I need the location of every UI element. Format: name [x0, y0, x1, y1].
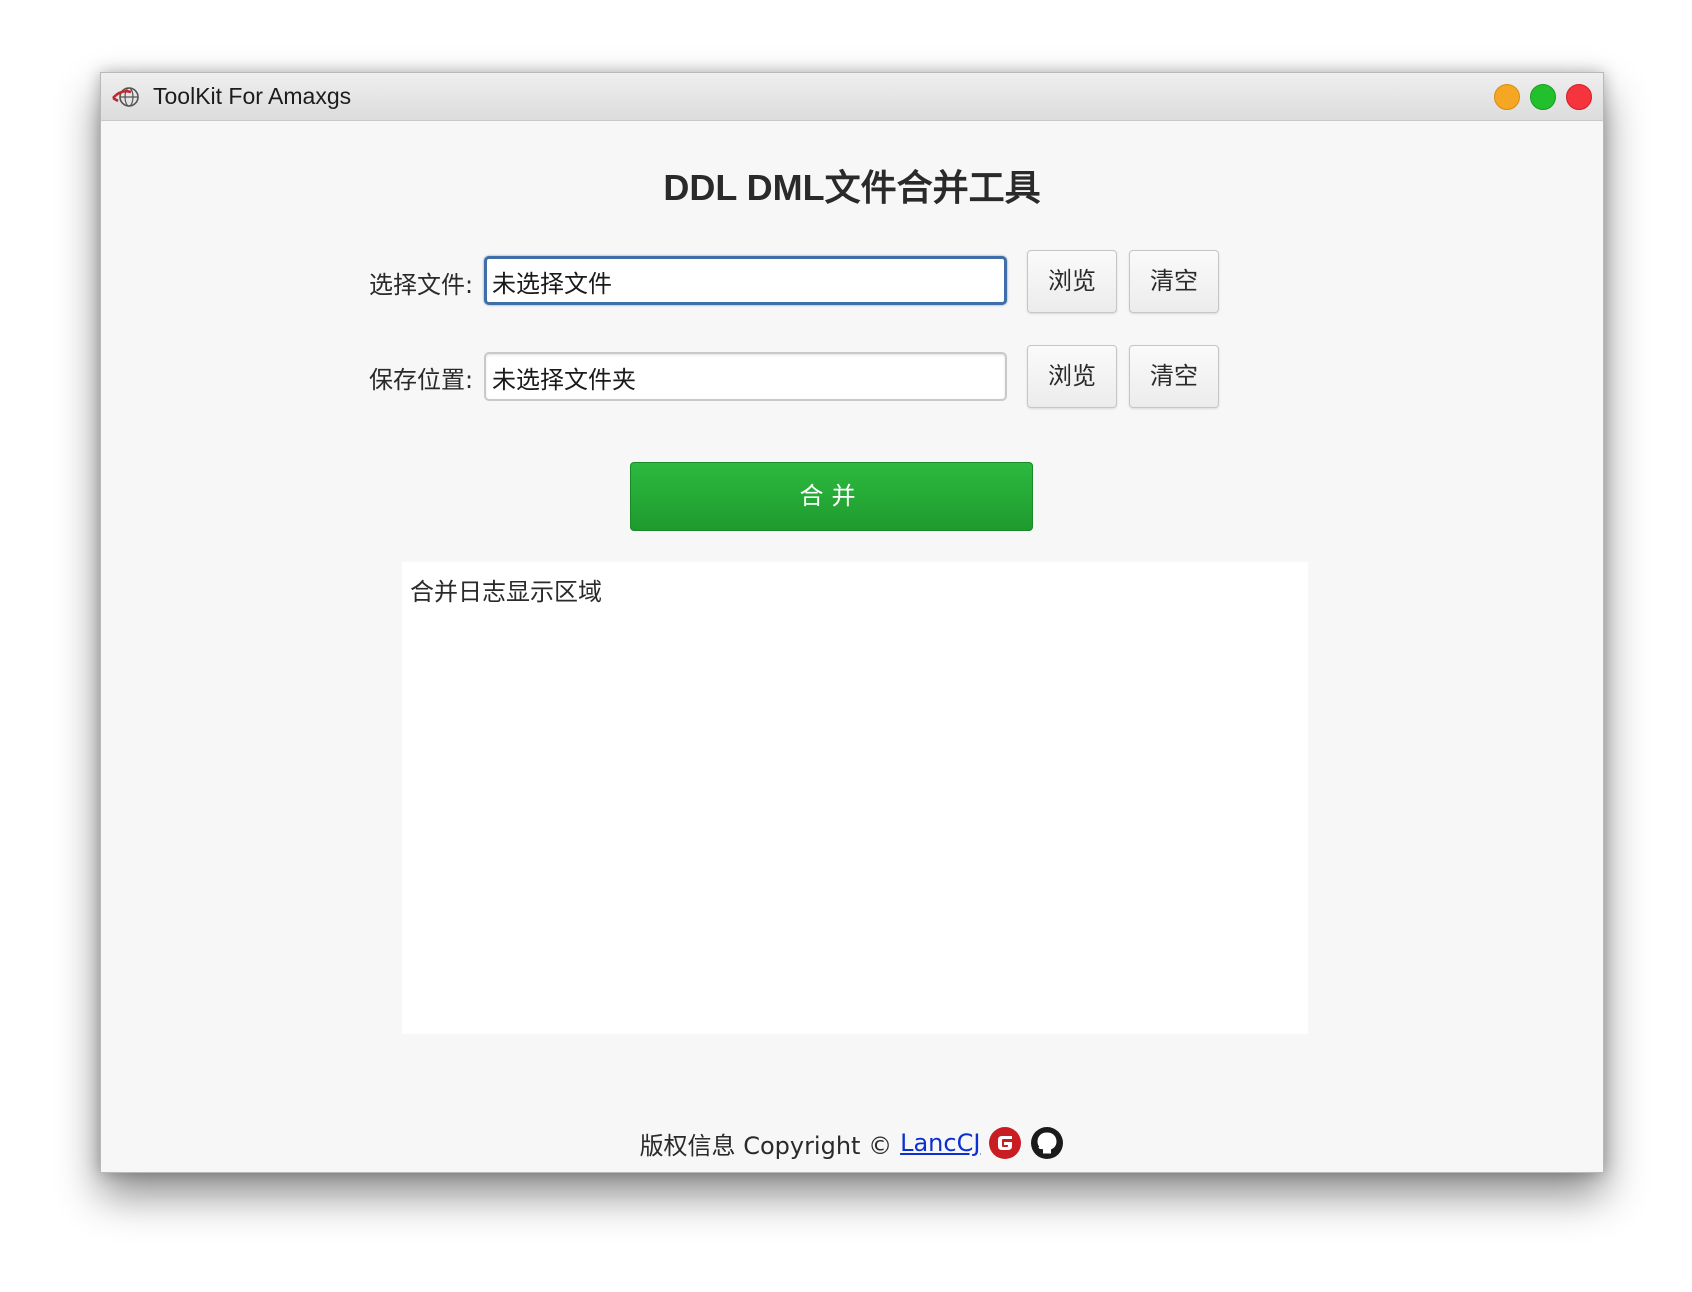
merge-button[interactable]: 合并: [630, 462, 1033, 531]
file-clear-button[interactable]: 清空: [1129, 250, 1219, 313]
save-location-label: 保存位置:: [369, 366, 474, 394]
save-browse-button[interactable]: 浏览: [1027, 345, 1117, 408]
file-browse-button[interactable]: 浏览: [1027, 250, 1117, 313]
app-logo-icon: [112, 87, 139, 107]
window-title: ToolKit For Amaxgs: [153, 83, 352, 109]
file-path-input[interactable]: 未选择文件: [484, 256, 1007, 305]
gitee-icon[interactable]: [988, 1126, 1022, 1160]
log-placeholder-text: 合并日志显示区域: [410, 578, 602, 606]
copyright-text: 版权信息 Copyright ©: [639, 1131, 893, 1160]
save-path-input[interactable]: 未选择文件夹: [484, 352, 1007, 401]
maximize-button[interactable]: [1530, 84, 1556, 110]
minimize-button[interactable]: [1494, 84, 1520, 110]
footer: 版权信息 Copyright © LancCJ: [101, 1123, 1603, 1163]
app-window: ToolKit For Amaxgs DDL DML文件合并工具 选择文件: 未…: [100, 72, 1604, 1173]
save-clear-button[interactable]: 清空: [1129, 345, 1219, 408]
close-button[interactable]: [1566, 84, 1592, 110]
title-bar[interactable]: ToolKit For Amaxgs: [101, 73, 1603, 121]
author-link[interactable]: LancCJ: [900, 1129, 980, 1157]
merge-log-area[interactable]: 合并日志显示区域: [402, 562, 1308, 1034]
github-icon[interactable]: [1030, 1126, 1064, 1160]
page-title: DDL DML文件合并工具: [663, 167, 1041, 208]
file-label: 选择文件:: [369, 271, 474, 299]
